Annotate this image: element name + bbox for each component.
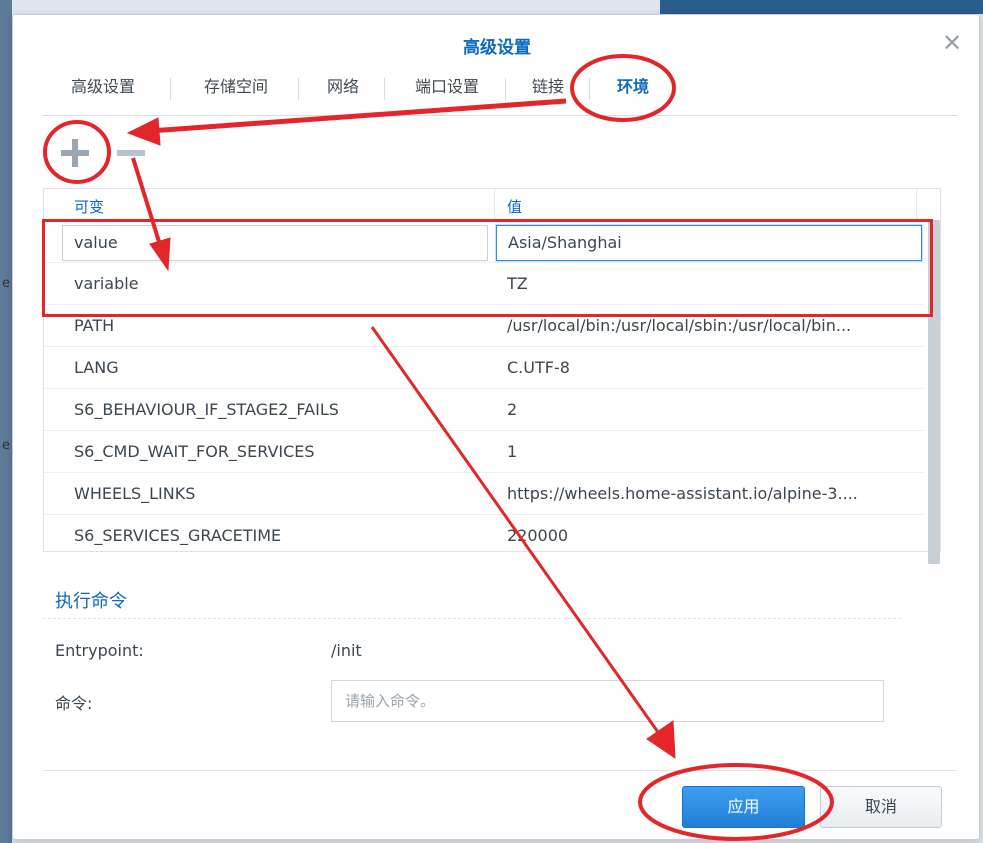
- tab-environment[interactable]: 环境: [598, 70, 668, 114]
- footer-divider: [43, 770, 957, 771]
- tab-advanced-settings[interactable]: 高级设置: [43, 70, 163, 114]
- tab-separator: [505, 78, 506, 100]
- command-input[interactable]: [331, 680, 884, 722]
- tab-network[interactable]: 网络: [303, 70, 383, 114]
- variable-name-cell: LANG: [74, 358, 119, 377]
- execute-command-section-title: 执行命令: [55, 591, 127, 612]
- dialog-title: 高级设置: [463, 38, 531, 58]
- column-header-value[interactable]: 值: [507, 189, 522, 221]
- variable-name-cell: WHEELS_LINKS: [74, 484, 196, 503]
- tab-links[interactable]: 链接: [508, 70, 588, 114]
- command-label: 命令:: [55, 694, 93, 713]
- variable-value-cell: 220000: [507, 526, 569, 545]
- table-row[interactable]: WHEELS_LINKS https://wheels.home-assista…: [44, 473, 924, 515]
- variable-value-cell: 1: [507, 442, 518, 461]
- close-icon[interactable]: ✕: [940, 31, 964, 56]
- apply-button[interactable]: 应用: [682, 786, 805, 828]
- background-text-fragment: e: [2, 276, 10, 291]
- variable-name-cell: S6_BEHAVIOUR_IF_STAGE2_FAILS: [74, 400, 339, 419]
- tab-separator: [384, 78, 385, 100]
- annotation-highlight-box: [42, 219, 933, 317]
- scrollbar-header: [916, 189, 917, 221]
- entrypoint-value: /init: [331, 641, 362, 660]
- background-text-fragment: e: [2, 438, 10, 453]
- tab-port-settings[interactable]: 端口设置: [387, 70, 507, 114]
- entrypoint-label: Entrypoint:: [55, 641, 144, 660]
- background-window-titlebar: [660, 0, 983, 14]
- tab-separator: [170, 78, 171, 100]
- variable-name-cell: S6_SERVICES_GRACETIME: [74, 526, 282, 545]
- table-row[interactable]: LANG C.UTF-8: [44, 347, 924, 389]
- tab-separator: [298, 78, 299, 100]
- table-header: 可变 值: [44, 189, 940, 221]
- background-window-edge: [0, 0, 12, 843]
- variable-value-cell: https://wheels.home-assistant.io/alpine-…: [507, 484, 858, 503]
- variable-name-cell: S6_CMD_WAIT_FOR_SERVICES: [74, 442, 315, 461]
- column-separator: [494, 189, 495, 221]
- tab-storage[interactable]: 存储空间: [176, 70, 296, 114]
- table-row[interactable]: S6_BEHAVIOUR_IF_STAGE2_FAILS 2: [44, 389, 924, 431]
- tab-separator: [589, 78, 590, 100]
- section-divider: [43, 618, 901, 619]
- remove-variable-button[interactable]: [113, 135, 149, 171]
- add-variable-button[interactable]: [57, 135, 93, 171]
- cancel-button[interactable]: 取消: [820, 786, 942, 828]
- variable-value-cell: 2: [507, 400, 518, 419]
- column-header-variable[interactable]: 可变: [74, 189, 104, 221]
- table-row[interactable]: S6_CMD_WAIT_FOR_SERVICES 1: [44, 431, 924, 473]
- tab-bar: 高级设置 存储空间 网络 端口设置 链接 环境: [43, 70, 957, 116]
- advanced-settings-dialog: 高级设置 ✕ 高级设置 存储空间 网络 端口设置 链接 环境 可变 值 valu…: [12, 14, 980, 840]
- table-row[interactable]: S6_SERVICES_GRACETIME 220000: [44, 515, 924, 551]
- variable-value-cell: C.UTF-8: [507, 358, 570, 377]
